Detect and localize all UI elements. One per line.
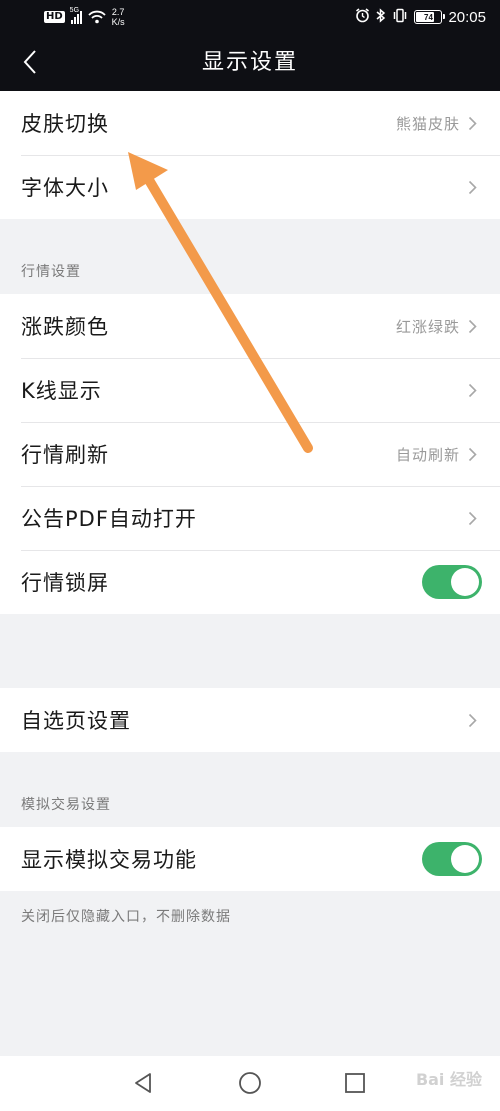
row-label: 行情刷新 xyxy=(21,443,109,467)
row-label: K线显示 xyxy=(21,379,102,403)
sim-trading-toggle[interactable] xyxy=(422,842,482,876)
font-size-row[interactable]: 字体大小 xyxy=(0,155,500,219)
row-value: 熊猫皮肤 xyxy=(395,114,460,133)
sim-hint-text: 关闭后仅隐藏入口，不删除数据 xyxy=(21,909,231,925)
hd-badge: HD xyxy=(44,11,65,23)
kline-display-row[interactable]: K线显示 xyxy=(0,358,500,422)
battery-percent: 74 xyxy=(424,12,433,22)
nav-home-button[interactable] xyxy=(235,1068,265,1098)
nav-recents-button[interactable] xyxy=(340,1068,370,1098)
battery-icon: 74 xyxy=(414,10,446,24)
page-title: 显示设置 xyxy=(201,50,298,75)
toggle-knob xyxy=(451,568,479,596)
chevron-right-icon xyxy=(468,711,482,729)
speed-value: 2.7 xyxy=(111,7,125,17)
section-label-sim: 模拟交易设置 xyxy=(21,797,111,813)
toggle-knob xyxy=(451,845,479,873)
status-bar: HD 5G 2.7 K/s 74 20:05 xyxy=(0,0,500,34)
title-bar: 显示设置 xyxy=(0,34,500,91)
chevron-right-icon xyxy=(468,114,482,132)
watchlist-group: 自选页设置 xyxy=(0,688,500,752)
wifi-icon xyxy=(88,10,106,24)
row-label: 皮肤切换 xyxy=(21,112,109,136)
recents-square-icon xyxy=(345,1073,365,1093)
skin-switch-row[interactable]: 皮肤切换 熊猫皮肤 xyxy=(0,91,500,155)
speed-unit: K/s xyxy=(111,17,125,27)
sim-trading-row: 显示模拟交易功能 xyxy=(0,827,500,891)
announcement-pdf-row[interactable]: 公告PDF自动打开 xyxy=(0,486,500,550)
market-group: 涨跌颜色 红涨绿跌 K线显示 行情刷新 自动刷新 公告PDF自动打开 行情锁屏 xyxy=(0,294,500,614)
row-value: 红涨绿跌 xyxy=(395,317,460,336)
back-triangle-icon xyxy=(135,1073,151,1093)
signal-label: 5G xyxy=(69,7,80,14)
chevron-right-icon xyxy=(468,178,482,196)
sim-group: 显示模拟交易功能 xyxy=(0,827,500,891)
row-label: 显示模拟交易功能 xyxy=(21,848,197,872)
home-circle-icon xyxy=(239,1072,261,1094)
network-speed: 2.7 K/s xyxy=(112,7,125,27)
lockscreen-toggle[interactable] xyxy=(422,565,482,599)
alarm-icon xyxy=(355,7,370,27)
section-label-market: 行情设置 xyxy=(21,264,81,280)
market-lockscreen-row: 行情锁屏 xyxy=(0,550,500,614)
nav-back-button[interactable] xyxy=(128,1068,158,1098)
signal-icon: 5G xyxy=(69,7,82,24)
chevron-right-icon xyxy=(468,317,482,335)
status-left: HD 5G 2.7 K/s xyxy=(44,6,125,28)
watermark: Bai 经验 xyxy=(415,1070,482,1089)
watchlist-settings-row[interactable]: 自选页设置 xyxy=(0,688,500,752)
chevron-right-icon xyxy=(468,509,482,527)
status-time: 20:05 xyxy=(448,8,486,26)
row-label: 涨跌颜色 xyxy=(21,315,109,339)
price-color-row[interactable]: 涨跌颜色 红涨绿跌 xyxy=(0,294,500,358)
row-label: 字体大小 xyxy=(21,176,109,200)
row-value: 自动刷新 xyxy=(395,445,460,464)
chevron-right-icon xyxy=(468,445,482,463)
status-right: 74 20:05 xyxy=(355,6,486,28)
chevron-right-icon xyxy=(468,381,482,399)
bluetooth-icon xyxy=(376,7,386,27)
row-label: 行情锁屏 xyxy=(21,571,109,595)
vibrate-icon xyxy=(392,8,408,27)
market-refresh-row[interactable]: 行情刷新 自动刷新 xyxy=(0,422,500,486)
general-group: 皮肤切换 熊猫皮肤 字体大小 xyxy=(0,91,500,219)
row-label: 公告PDF自动打开 xyxy=(21,507,197,531)
row-label: 自选页设置 xyxy=(21,709,131,733)
